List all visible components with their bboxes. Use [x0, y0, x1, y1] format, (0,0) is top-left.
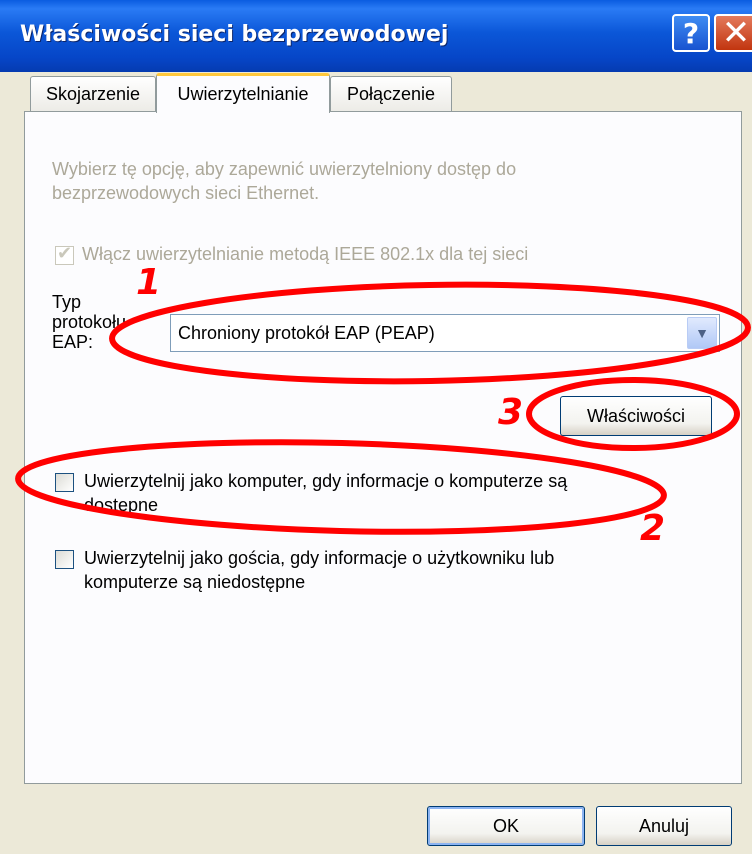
- title-bar[interactable]: Właściwości sieci bezprzewodowej ? ✕: [0, 0, 752, 72]
- chevron-down-icon: ▼: [695, 325, 709, 341]
- help-button[interactable]: ?: [672, 14, 710, 52]
- eap-type-label-line-2: protokołu: [52, 312, 127, 332]
- checkmark-icon: ✔: [57, 243, 73, 263]
- auth-as-guest-line-2: komputerze są niedostępne: [84, 572, 306, 592]
- annotation-number-3: 3: [498, 392, 524, 433]
- auth-as-guest-checkbox[interactable]: [55, 550, 74, 569]
- enable-8021x-checkbox[interactable]: ✔: [55, 243, 74, 265]
- ok-button-label: OK: [492, 815, 519, 836]
- annotation-number-2: 2: [640, 508, 666, 549]
- ok-button[interactable]: OK: [427, 806, 585, 846]
- auth-as-guest-line-1: Uwierzytelnij jako gościa, gdy informacj…: [84, 548, 555, 568]
- close-button[interactable]: ✕: [714, 13, 752, 53]
- dropdown-button[interactable]: ▼: [687, 317, 717, 349]
- annotation-number-1: 1: [136, 262, 162, 303]
- help-icon: ?: [682, 16, 700, 50]
- description-text: Wybierz tę opcję, aby zapewnić uwierzyte…: [52, 157, 516, 205]
- tab-label: Połączenie: [346, 84, 436, 104]
- close-icon: ✕: [721, 13, 751, 53]
- eap-type-select[interactable]: Chroniony protokół EAP (PEAP) ▼: [170, 314, 720, 352]
- description-line-2: bezprzewodowych sieci Ethernet.: [52, 183, 320, 203]
- window-title: Właściwości sieci bezprzewodowej: [20, 22, 449, 47]
- properties-button[interactable]: Właściwości: [560, 396, 712, 436]
- dialog-window: Właściwości sieci bezprzewodowej ? ✕ Sko…: [0, 0, 752, 854]
- auth-as-computer-label: Uwierzytelnij jako komputer, gdy informa…: [84, 469, 567, 517]
- eap-type-label-line-3: EAP:: [52, 332, 94, 352]
- auth-as-computer-checkbox[interactable]: [55, 473, 74, 492]
- auth-as-guest-label: Uwierzytelnij jako gościa, gdy informacj…: [84, 546, 554, 594]
- tab-polaczenie[interactable]: Połączenie: [330, 76, 452, 112]
- properties-button-label: Właściwości: [586, 405, 685, 426]
- description-line-1: Wybierz tę opcję, aby zapewnić uwierzyte…: [52, 159, 517, 179]
- eap-type-label: Typ protokołu EAP:: [52, 292, 126, 352]
- tab-label: Skojarzenie: [45, 84, 141, 104]
- tab-skojarzenie[interactable]: Skojarzenie: [30, 76, 156, 112]
- eap-type-label-line-1: Typ: [52, 292, 82, 312]
- cancel-button[interactable]: Anuluj: [596, 806, 732, 846]
- cancel-button-label: Anuluj: [638, 815, 690, 836]
- tab-panel-uwierzytelnianie: [24, 111, 742, 784]
- tab-label: Uwierzytelnianie: [177, 84, 309, 104]
- auth-as-computer-line-2: dostępne: [84, 495, 159, 515]
- auth-as-computer-line-1: Uwierzytelnij jako komputer, gdy informa…: [84, 471, 568, 491]
- tab-uwierzytelnianie[interactable]: Uwierzytelnianie: [156, 73, 330, 113]
- eap-type-value: Chroniony protokół EAP (PEAP): [178, 323, 435, 343]
